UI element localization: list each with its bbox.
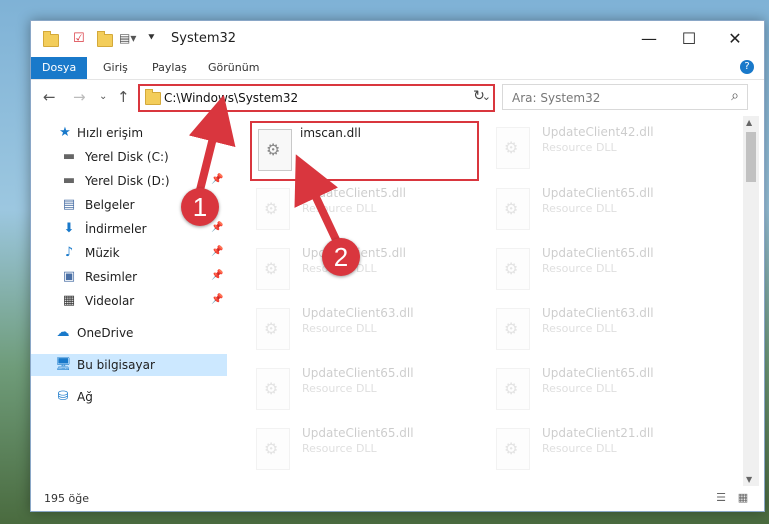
arrow-to-file: [294, 154, 342, 246]
callout-step-2: 2: [322, 238, 360, 276]
annotation-arrows: [188, 94, 342, 246]
arrow-to-address-bar: [188, 94, 236, 199]
callout-step-1: 1: [181, 188, 219, 226]
